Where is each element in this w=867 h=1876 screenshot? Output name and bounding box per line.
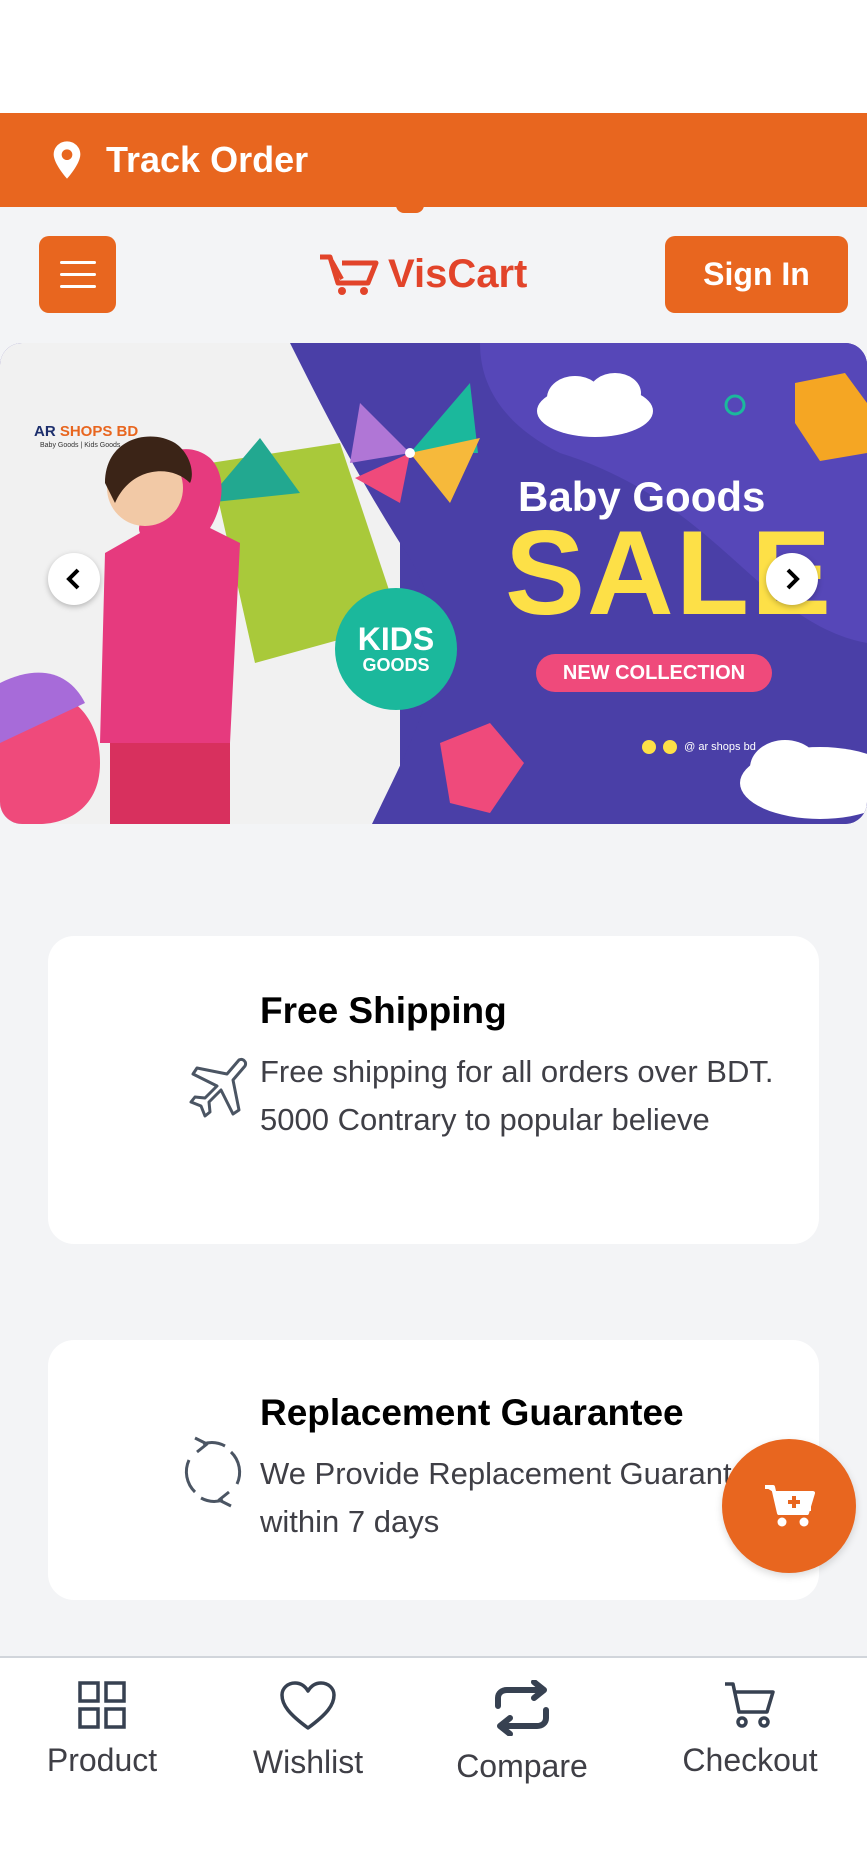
menu-button[interactable]: [39, 236, 116, 313]
banner-prev-button[interactable]: [48, 553, 100, 605]
badge-line2: GOODS: [362, 655, 430, 676]
feature-description: Free shipping for all orders over BDT. 5…: [260, 1054, 774, 1137]
feature-description: We Provide Replacement Guarantee within …: [260, 1456, 767, 1539]
logo-cart-icon: [320, 254, 379, 295]
chevron-right-icon: [786, 568, 800, 590]
nav-item-wishlist[interactable]: Wishlist: [236, 1658, 380, 1818]
banner-brand-name: AR SHOPS BD: [34, 423, 139, 440]
feature-title: Free Shipping: [260, 990, 507, 1031]
banner-social-handle: @ ar shops bd: [642, 740, 756, 754]
airplane-icon: [189, 1058, 247, 1118]
sign-in-button[interactable]: Sign In: [665, 236, 848, 313]
grid-icon: [78, 1681, 126, 1729]
banner-next-button[interactable]: [766, 553, 818, 605]
compare-icon: [495, 1680, 549, 1736]
top-header: VisCart Sign In: [0, 207, 867, 337]
refresh-icon: [184, 1436, 242, 1508]
nav-label: Product: [46, 1742, 158, 1778]
feature-title: Replacement Guarantee: [260, 1392, 684, 1433]
track-order-label: Track Order: [106, 139, 309, 180]
banner-new-collection-pill: NEW COLLECTION: [536, 654, 772, 692]
cart-icon: [725, 1682, 775, 1728]
instagram-icon: [642, 740, 656, 754]
kids-goods-badge: KIDS GOODS: [335, 588, 457, 710]
logo-text: VisCart: [388, 251, 528, 296]
free-shipping-card: Free Shipping Free shipping for all orde…: [48, 936, 819, 1244]
status-bar-area: [0, 0, 867, 113]
badge-line1: KIDS: [357, 620, 435, 657]
nav-label: Checkout: [682, 1742, 818, 1778]
cart-plus-icon: [765, 1485, 815, 1527]
floating-cart-button[interactable]: [722, 1439, 856, 1573]
viscart-logo[interactable]: VisCart: [318, 251, 527, 297]
nav-label: Compare: [456, 1748, 588, 1784]
location-pin-icon: [53, 141, 81, 179]
nav-item-product[interactable]: Product: [30, 1658, 174, 1818]
nav-label: Wishlist: [252, 1744, 364, 1780]
promo-banner-carousel[interactable]: AR SHOPS BD Baby Goods | Kids Goods KIDS…: [0, 343, 867, 824]
chevron-left-icon: [66, 568, 80, 590]
nav-item-compare[interactable]: Compare: [441, 1658, 603, 1818]
track-order-bar[interactable]: Track Order: [0, 113, 867, 213]
bottom-navigation: Product Wishlist Compare Checkout: [0, 1656, 867, 1876]
facebook-icon: [663, 740, 678, 754]
replacement-guarantee-card: Replacement Guarantee We Provide Replace…: [48, 1340, 819, 1600]
nav-item-checkout[interactable]: Checkout: [668, 1658, 832, 1818]
banner-brand-subtitle: Baby Goods | Kids Goods: [40, 442, 121, 449]
hamburger-icon: [59, 260, 96, 288]
heart-icon: [280, 1681, 336, 1730]
